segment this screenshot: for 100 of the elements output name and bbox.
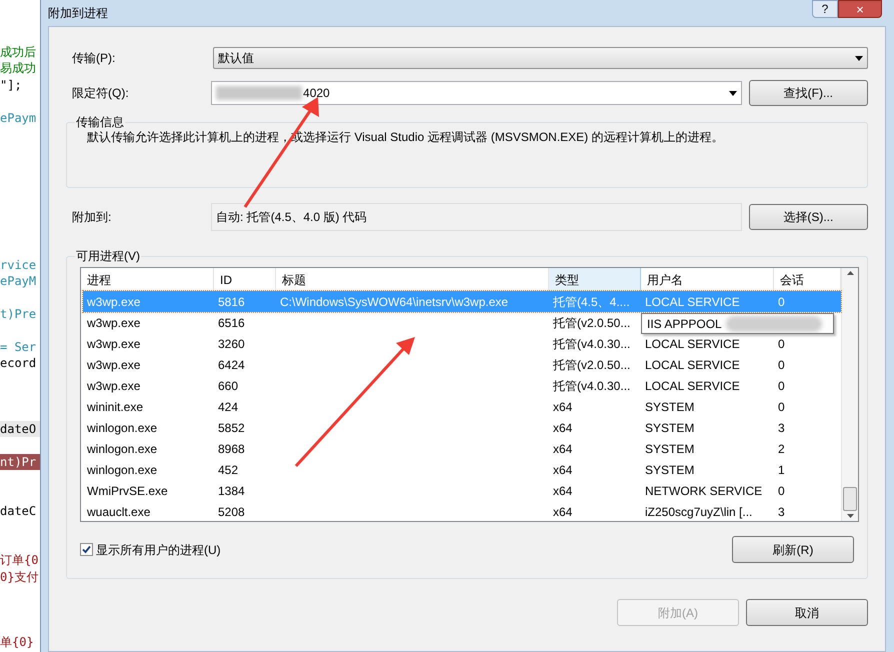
process-row[interactable]: winlogon.exe 8968 x64 SYSTEM 2 [83,438,841,459]
column-header[interactable]: 类型 [549,268,641,291]
code-line: t)Pre [0,306,38,323]
code-line: ecord [0,355,38,372]
table-cell: 托管(4.5、4.... [553,294,630,308]
process-row[interactable]: w3wp.exe 6424 托管(v2.0.50... LOCAL SERVICE 0 [83,354,841,375]
transport-label: 传输(P): [71,50,116,67]
table-cell: 1 [778,462,785,476]
table-cell: 0 [778,400,785,414]
column-header[interactable]: 用户名 [641,268,774,291]
table-cell: 8968 [218,442,245,456]
table-cell: x64 [553,462,572,476]
code-line: rvice [0,257,38,274]
code-line: "]; [0,76,23,94]
table-cell: 5208 [218,504,245,518]
column-header[interactable]: 标题 [276,268,549,291]
refresh-button[interactable]: 刷新(R) [732,536,854,563]
table-cell: 0 [778,358,785,372]
group-title: 可用进程(V) [75,247,141,265]
dropdown-arrow-icon[interactable] [855,56,863,60]
checkbox-label: 显示所有用户的进程(U) [96,542,221,558]
process-row[interactable]: WmiPrvSE.exe 1384 x64 NETWORK SERVICE 0 [83,480,841,501]
table-cell: iZ250scg7uyZ\lin [... [645,504,752,518]
table-cell: SYSTEM [645,400,694,414]
process-row[interactable]: wininit.exe 424 x64 SYSTEM 0 [83,396,841,417]
process-row[interactable]: winlogon.exe 452 x64 SYSTEM 1 [83,459,841,480]
attach-to-label: 附加到: [71,209,112,226]
table-cell: 0 [778,336,785,350]
table-cell: 5852 [218,420,245,434]
table-cell: w3wp.exe [87,336,140,350]
table-cell: x64 [553,442,572,456]
table-cell: 660 [218,378,238,392]
table-cell: x64 [553,400,572,414]
table-cell: 0 [778,294,785,308]
tooltip: IIS APPPOOL [641,313,834,334]
table-cell: LOCAL SERVICE [645,358,740,372]
table-cell: x64 [553,484,572,498]
table-cell: 托管(v2.0.50... [553,358,630,372]
table-cell: w3wp.exe [87,358,140,372]
table-cell: 3260 [218,336,245,350]
window-title: 附加到进程 [48,5,108,22]
column-header[interactable]: 进程 [81,268,214,291]
code-line: = Ser [0,339,38,356]
table-cell: 6424 [218,358,245,372]
process-row[interactable]: w3wp.exe 6516 托管(v2.0.50... IIS APPPOOL [83,312,841,333]
dialog-button[interactable]: 取消 [746,599,868,626]
table-cell: LOCAL SERVICE [645,378,740,392]
table-cell: 托管(v2.0.50... [553,316,630,330]
select-button[interactable]: 选择(S)... [748,204,868,230]
table-cell: 3 [778,504,785,518]
table-cell: wininit.exe [87,400,144,414]
table-cell: 2 [778,442,785,456]
code-line: 订单{0 [0,552,40,568]
process-row[interactable]: winlogon.exe 5852 x64 SYSTEM 3 [83,417,841,438]
table-cell: SYSTEM [645,462,694,476]
table-cell: 0 [778,484,785,498]
code-line: 成功后 [0,44,37,60]
table-cell: 6516 [218,316,245,330]
scrollbar-thumb[interactable] [843,487,857,511]
table-cell: 424 [218,400,238,414]
table-cell: 托管(v4.0.30... [553,336,630,350]
attach-to-field: 自动: 托管(4.5、4.0 版) 代码 [211,203,742,231]
table-cell: winlogon.exe [87,420,158,434]
process-row[interactable]: wuauclt.exe 5208 x64 iZ250scg7uyZ\lin [... 3 [83,501,841,521]
table-cell: SYSTEM [645,420,694,434]
code-line: 易成功 [0,60,37,77]
code-line: dateC [0,502,38,520]
table-cell: winlogon.exe [87,442,158,456]
table-cell: LOCAL SERVICE [645,336,740,350]
transport-dropdown[interactable]: 默认值 [213,47,868,69]
table-cell: LOCAL SERVICE [645,294,740,308]
scroll-up-icon[interactable] [846,271,854,275]
help-button[interactable]: ? [812,0,838,18]
qualifier-combobox[interactable]: 4020 [211,81,742,105]
scrollbar[interactable] [841,268,858,521]
table-cell: WmiPrvSE.exe [87,484,168,498]
checkbox[interactable] [80,543,93,556]
process-row[interactable]: w3wp.exe 3260 托管(v4.0.30... LOCAL SERVICE 0 [83,333,841,354]
table-cell: 托管(v4.0.30... [553,378,630,392]
scroll-down-icon[interactable] [846,514,854,518]
process-row[interactable]: w3wp.exe 660 托管(v4.0.30... LOCAL SERVICE 0 [83,375,841,396]
find-button[interactable]: 查找(F)... [748,80,868,106]
close-button[interactable]: × [838,0,882,18]
code-line: ePayM [0,273,38,290]
table-cell: w3wp.exe [87,294,140,308]
table-cell: C:\Windows\SysWOW64\inetsrv\w3wp.exe [280,294,508,308]
dropdown-arrow-icon[interactable] [728,90,737,96]
column-header[interactable]: 会话 [774,268,841,291]
table-cell: x64 [553,420,572,434]
table-cell: w3wp.exe [87,316,140,330]
table-cell: wuauclt.exe [87,504,150,518]
qualifier-label: 限定符(Q): [71,85,130,102]
table-cell: winlogon.exe [87,462,158,476]
column-header[interactable]: ID [214,268,276,291]
table-cell: NETWORK SERVICE [645,484,762,498]
table-cell: 3 [778,420,785,434]
code-line: ePaym [0,110,38,126]
code-line: 0}支付 [0,568,40,585]
table-cell: 452 [218,462,238,476]
table-cell: x64 [553,504,572,518]
